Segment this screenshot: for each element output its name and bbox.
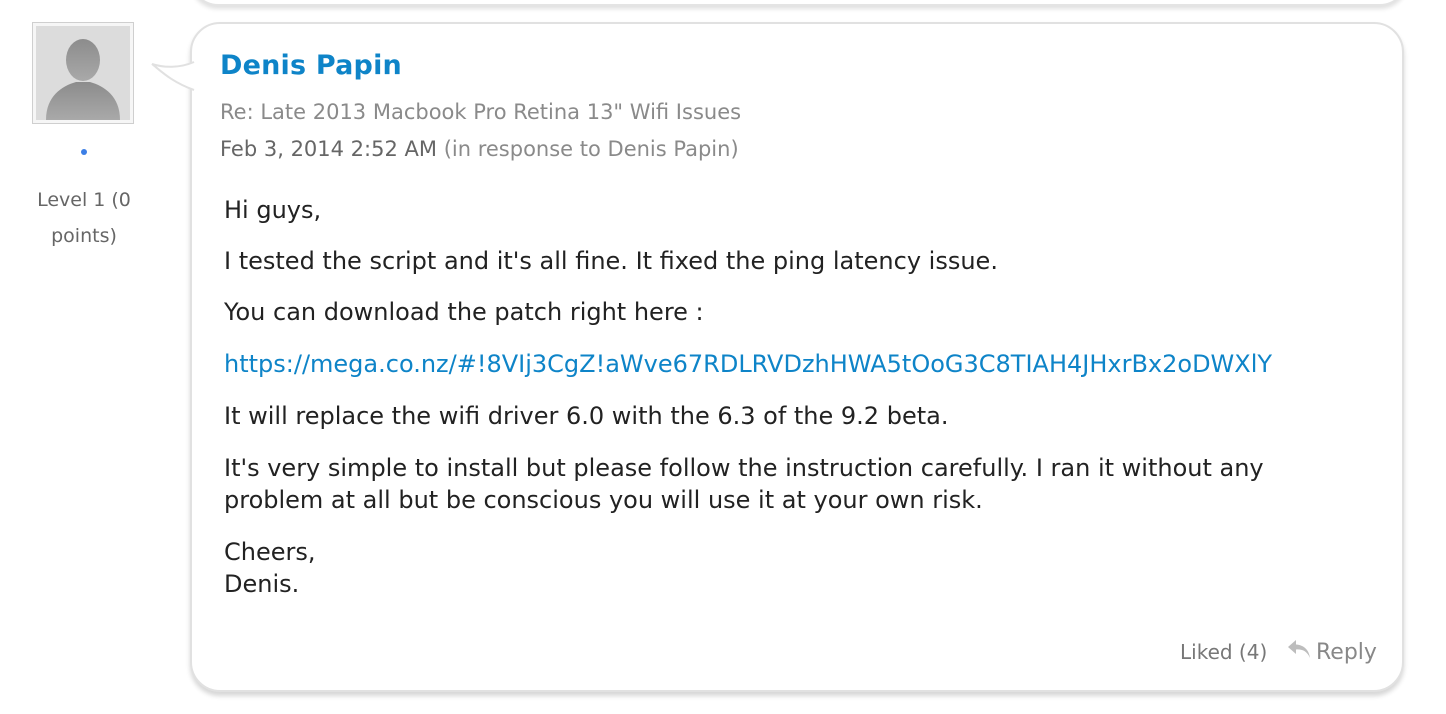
body-signoff-1: Cheers, [224, 538, 316, 566]
author-level: Level 1 (0 points) [20, 182, 148, 254]
body-signoff-2: Denis. [224, 570, 300, 598]
avatar[interactable] [32, 22, 134, 124]
author-name-link[interactable]: Denis Papin [220, 50, 402, 81]
post-subject: Re: Late 2013 Macbook Pro Retina 13" Wif… [220, 100, 742, 124]
author-level-line-1: Level 1 (0 [37, 189, 131, 211]
patch-download-link[interactable]: https://mega.co.nz/#!8VIj3CgZ!aWve67RDLR… [224, 348, 1272, 380]
in-response-to-link[interactable]: (in response to Denis Papin) [444, 137, 739, 161]
user-silhouette-icon [36, 26, 130, 120]
body-paragraph-4: It's very simple to install but please f… [224, 454, 1264, 514]
post-date: Feb 3, 2014 2:52 AM [220, 137, 438, 161]
body-paragraph-2: You can download the patch right here : [224, 298, 704, 326]
reply-button[interactable]: Reply [1316, 640, 1377, 665]
body-greeting: Hi guys, [224, 196, 322, 224]
author-level-line-2: points) [51, 225, 117, 247]
liked-count-link[interactable]: Liked (4) [1180, 640, 1267, 664]
body-paragraph-1: I tested the script and it's all fine. I… [224, 247, 998, 275]
body-paragraph-3: It will replace the wifi driver 6.0 with… [224, 402, 949, 430]
speech-bubble-tail [151, 61, 195, 91]
reply-arrow-icon[interactable] [1286, 637, 1312, 661]
previous-post-bubble [190, 0, 1408, 6]
post-dateline: Feb 3, 2014 2:52 AM (in response to Deni… [220, 137, 739, 161]
online-status-dot [81, 149, 87, 155]
discussion-thread: Level 1 (0 points) Denis Papin Re: Late … [0, 0, 1446, 714]
